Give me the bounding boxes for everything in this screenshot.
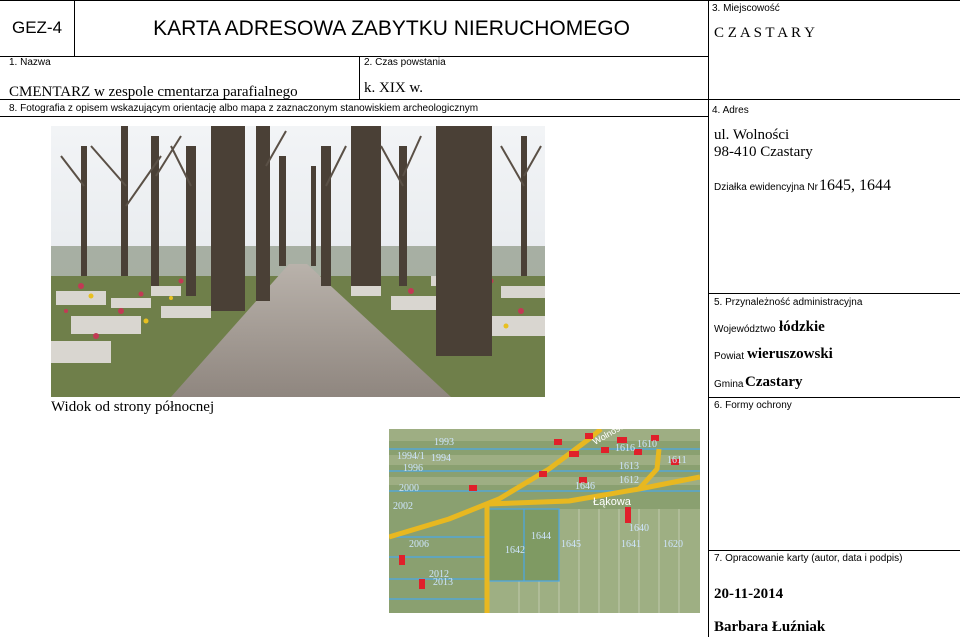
field-2-label: 2. Czas powstania [364, 57, 446, 68]
map-street-label: Łąkowa [593, 496, 632, 508]
cemetery-photo [51, 126, 545, 397]
commune-label: Gmina [714, 379, 744, 390]
map-label: 1645 [561, 539, 581, 550]
field-5-label: 5. Przynależność administracyjna [714, 297, 863, 308]
parcel-label: Działka ewidencyjna Nr [714, 182, 818, 193]
field-7-label: 7. Opracowanie karty (autor, data i podp… [714, 553, 903, 564]
field-1-label: 1. Nazwa [9, 57, 51, 68]
map-label: 1646 [575, 481, 595, 492]
map-label: 2006 [409, 539, 429, 550]
location-map: 1993 1994/1 1994 1996 2000 2002 2006 201… [389, 429, 700, 613]
field-2-value: k. XIX w. [364, 80, 424, 96]
photo-caption: Widok od strony północnej [51, 399, 215, 415]
field-6-label: 6. Formy ochrony [714, 400, 792, 411]
map-label: 1640 [629, 523, 649, 534]
map-label: 2000 [399, 483, 419, 494]
map-label: 1610 [637, 439, 657, 450]
field-3-label: 3. Miejscowość [712, 3, 780, 14]
parcel-value: 1645, 1644 [819, 177, 891, 194]
county-label: Powiat [714, 351, 745, 362]
field-4-label: 4. Adres [712, 105, 749, 116]
address-street: ul. Wolności [714, 127, 790, 143]
authoring-author: Barbara Łuźniak [714, 619, 826, 635]
commune-value: Czastary [745, 374, 803, 390]
field-8-label: 8. Fotografia z opisem wskazującym orien… [9, 103, 479, 114]
address-city: 98-410 Czastary [714, 144, 813, 160]
map-label: 2013 [433, 577, 453, 588]
map-label: 1641 [621, 539, 641, 550]
map-label: 1611 [667, 455, 687, 466]
map-label: 1994/1 [397, 451, 425, 462]
map-label: 1620 [663, 539, 683, 550]
card-code: GEZ-4 [11, 18, 63, 37]
voivodeship-value: łódzkie [779, 319, 825, 335]
map-label: 1612 [619, 475, 639, 486]
map-label: 1644 [531, 531, 551, 542]
county-value: wieruszowski [747, 346, 833, 362]
map-label: 1993 [434, 437, 454, 448]
map-label: 1613 [619, 461, 639, 472]
voivodeship-label: Województwo [714, 324, 776, 335]
map-label: 1642 [505, 545, 525, 556]
map-label: 1996 [403, 463, 423, 474]
card-title: KARTA ADRESOWA ZABYTKU NIERUCHOMEGO [153, 17, 630, 40]
field-1-value: CMENTARZ w zespole cmentarza parafialneg… [9, 84, 298, 100]
map-label: 1994 [431, 453, 451, 464]
map-label: 1616 [615, 443, 635, 454]
authoring-date: 20-11-2014 [714, 586, 784, 602]
map-label: 2002 [393, 501, 413, 512]
field-3-value: C Z A S T A R Y [714, 25, 816, 41]
